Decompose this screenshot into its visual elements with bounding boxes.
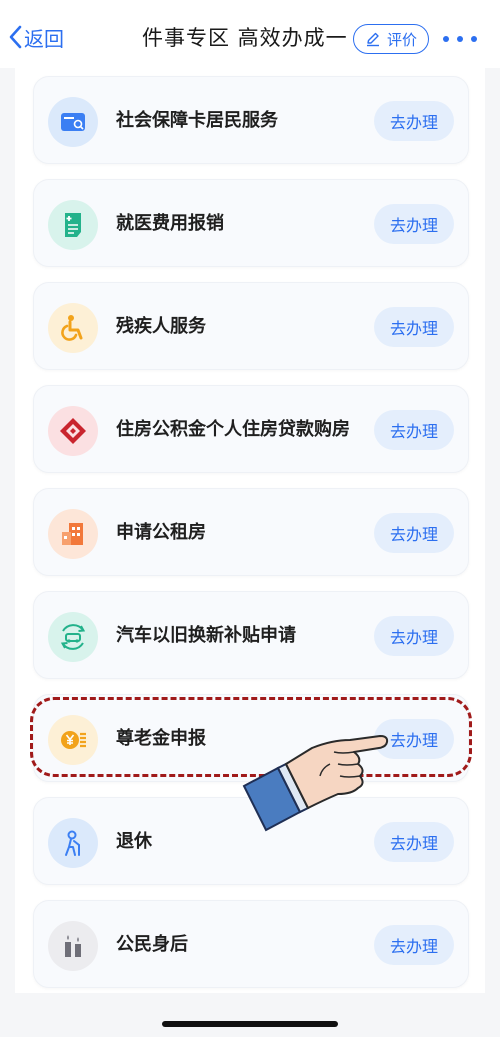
social-security-card-icon	[48, 97, 98, 147]
rate-label: 评价	[386, 30, 417, 49]
back-button[interactable]: 返回	[8, 20, 64, 54]
go-handle-button[interactable]: 去办理	[374, 616, 454, 656]
service-card-disability[interactable]: 残疾人服务 去办理	[33, 282, 469, 370]
service-label: 残疾人服务	[116, 316, 206, 337]
go-handle-button[interactable]: 去办理	[374, 307, 454, 347]
go-handle-button[interactable]: 去办理	[374, 101, 454, 141]
go-handle-button[interactable]: 去办理	[374, 925, 454, 965]
service-label: 住房公积金个人住房贷款购房	[116, 419, 350, 440]
service-card-social-security[interactable]: 社会保障卡居民服务 去办理	[33, 76, 469, 164]
service-label: 公民身后	[116, 934, 188, 955]
medical-receipt-icon	[48, 200, 98, 250]
dot-icon	[471, 36, 477, 42]
go-handle-button[interactable]: 去办理	[374, 513, 454, 553]
service-list: 社会保障卡居民服务 去办理 就医费用报销 去办理 残疾人服务 去办理 住房公积金…	[15, 68, 485, 993]
elderly-person-icon	[48, 818, 98, 868]
service-card-posthumous-affairs[interactable]: 公民身后 去办理	[33, 900, 469, 988]
navigation-bar: 返回 件事专区 高效办成一 评价	[0, 0, 500, 68]
apartment-building-icon	[48, 509, 98, 559]
wheelchair-icon	[48, 303, 98, 353]
dot-icon	[457, 36, 463, 42]
edit-icon	[366, 32, 379, 47]
chevron-left-icon	[9, 25, 22, 49]
back-label: 返回	[24, 26, 64, 51]
service-label: 申请公租房	[116, 522, 206, 543]
more-options-button[interactable]	[443, 30, 477, 48]
service-card-housing-fund[interactable]: 住房公积金个人住房贷款购房 去办理	[33, 385, 469, 473]
rate-button[interactable]: 评价	[353, 24, 429, 54]
service-label: 社会保障卡居民服务	[116, 110, 278, 131]
service-card-car-trade-in[interactable]: 汽车以旧换新补贴申请 去办理	[33, 591, 469, 679]
page-title: 件事专区 高效办成一	[142, 26, 348, 50]
home-indicator[interactable]	[162, 1021, 338, 1027]
service-card-medical-reimbursement[interactable]: 就医费用报销 去办理	[33, 179, 469, 267]
car-recycle-icon	[48, 612, 98, 662]
dot-icon	[443, 36, 449, 42]
housing-fund-icon	[48, 406, 98, 456]
go-handle-button[interactable]: 去办理	[374, 410, 454, 450]
pointing-hand-icon	[242, 735, 389, 832]
service-label: 就医费用报销	[116, 213, 224, 234]
service-label: 汽车以旧换新补贴申请	[116, 625, 296, 646]
candles-icon	[48, 921, 98, 971]
service-label: 退休	[116, 831, 152, 852]
go-handle-button[interactable]: 去办理	[374, 204, 454, 244]
service-card-public-rental-housing[interactable]: 申请公租房 去办理	[33, 488, 469, 576]
